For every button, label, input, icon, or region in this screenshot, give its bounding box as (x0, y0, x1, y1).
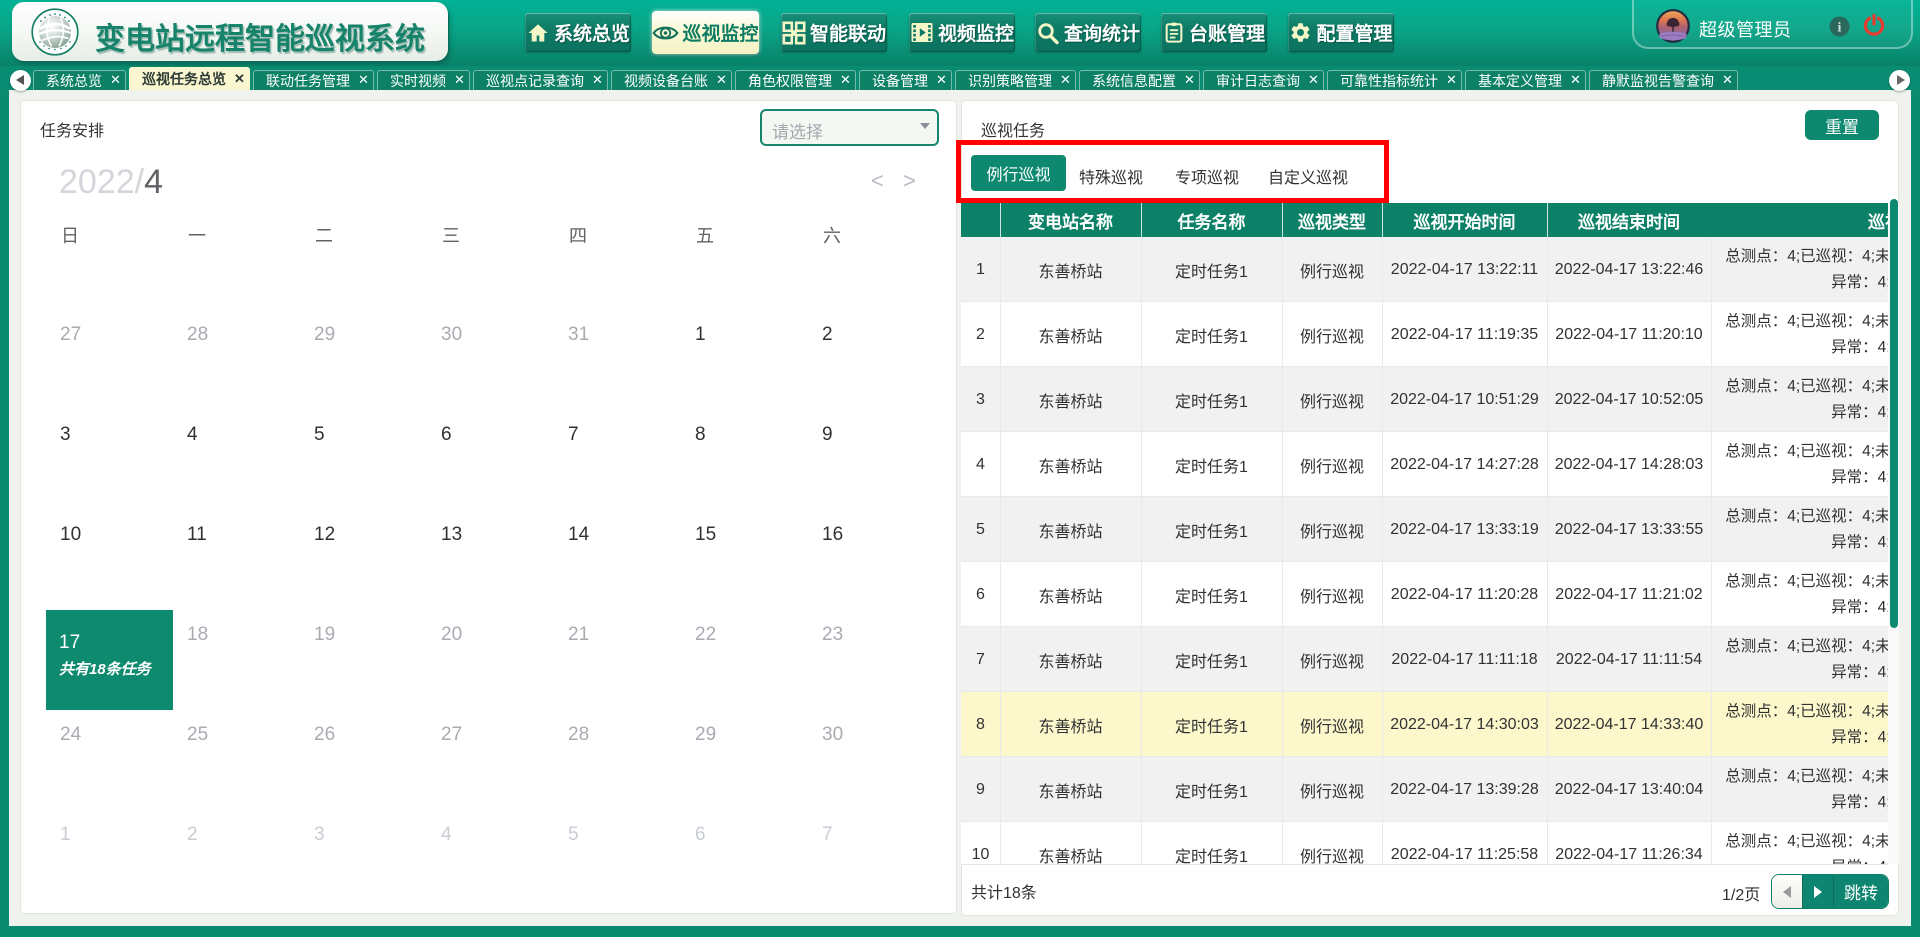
svg-text:i: i (1838, 21, 1842, 36)
